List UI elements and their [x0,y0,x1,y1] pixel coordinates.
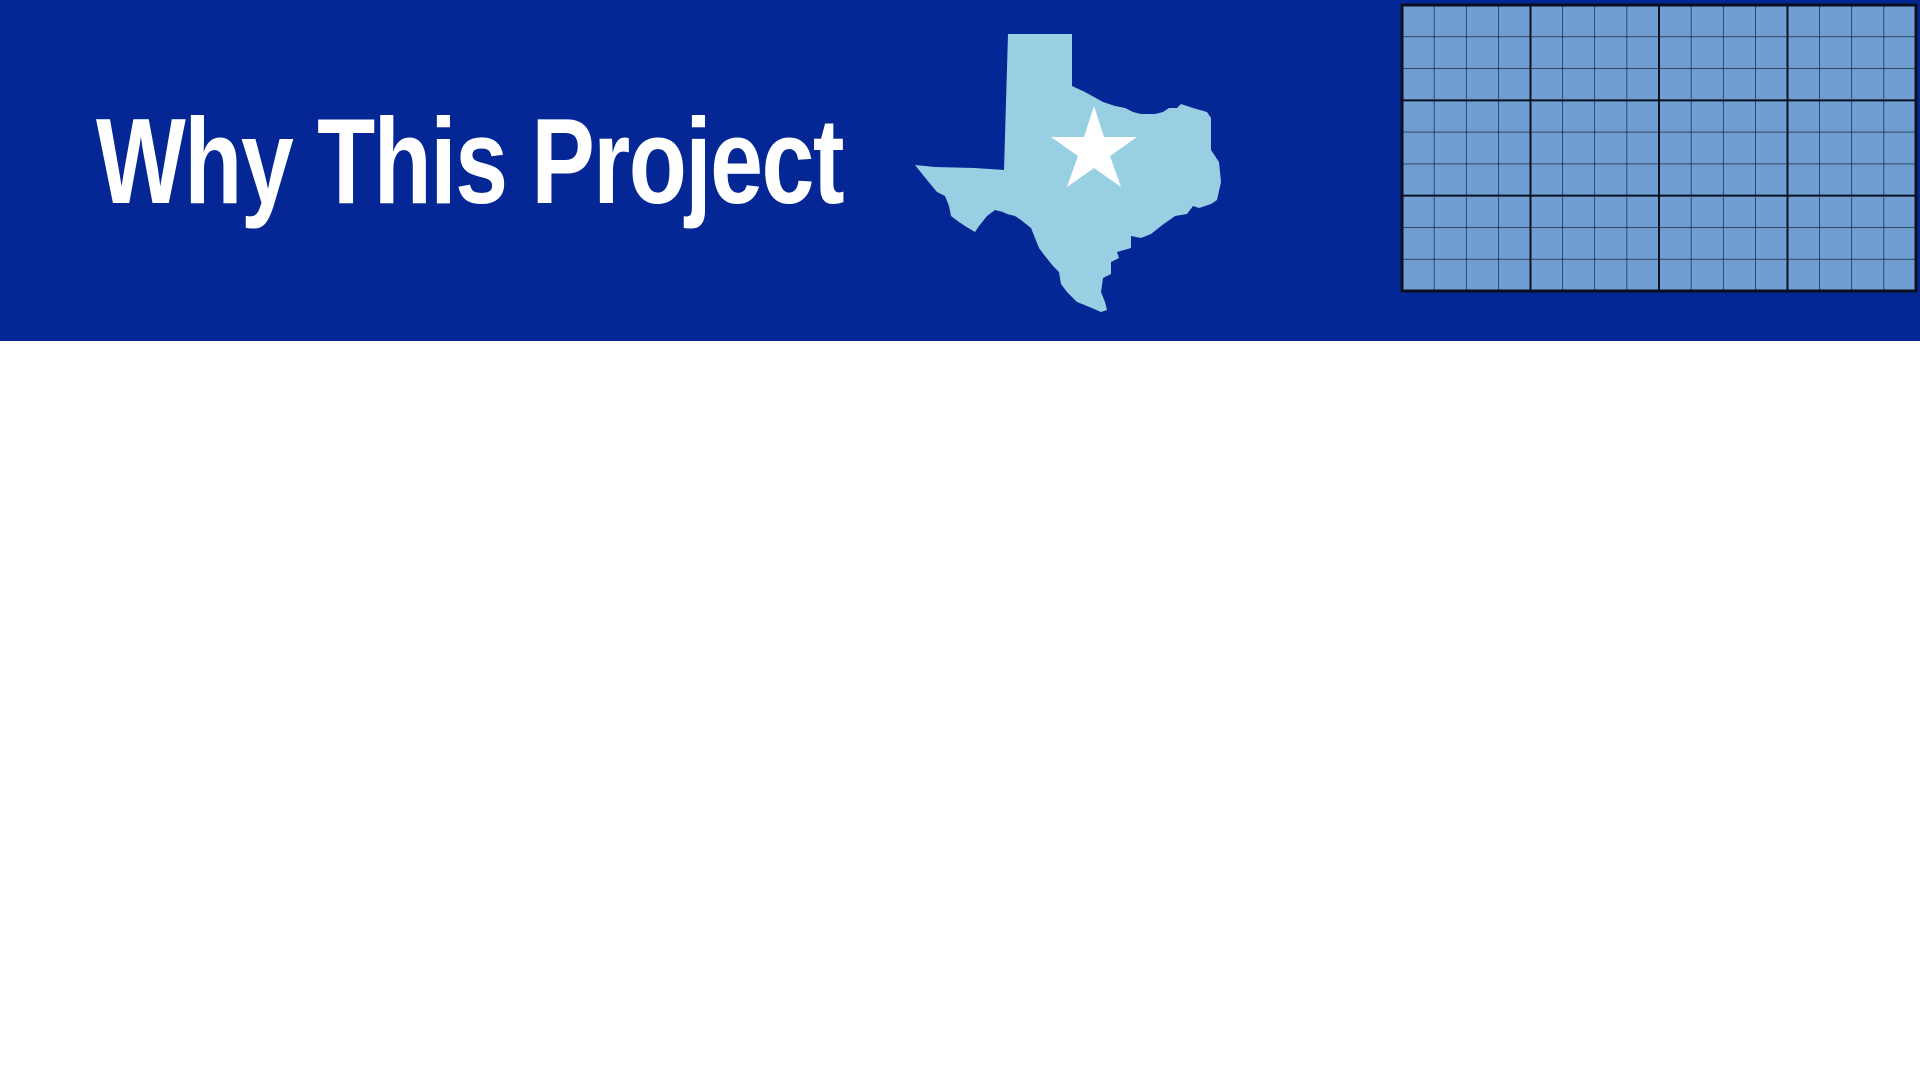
header-band: Why This Project [0,0,1920,341]
texas-state-icon [915,34,1221,312]
slide-title: Why This Project [96,93,845,229]
slide: Why This Project [0,0,1920,1080]
slide-body [0,341,1920,1080]
grid-graphic [1400,3,1918,293]
